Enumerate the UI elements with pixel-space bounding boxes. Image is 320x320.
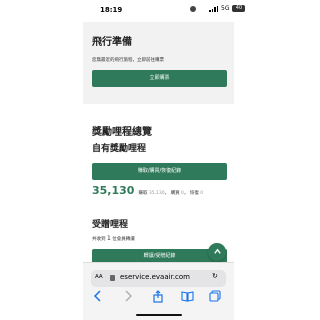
browser-nav-row — [83, 290, 234, 306]
miles-detail: 賺取 35,130， 購買 0， 恢復 0 — [138, 191, 204, 196]
flight-prep-title: 飛行準備 — [92, 37, 132, 48]
flight-prep-description: 您無最近的飛行旅程，立即前往購票 — [92, 58, 164, 63]
buy-value: 0 — [181, 191, 184, 196]
gift-desc-prefix: 共收到 — [92, 237, 106, 242]
signal-icon — [209, 5, 218, 12]
network-label: 5G — [221, 5, 230, 12]
restore-label: 恢復 — [189, 191, 199, 196]
book-now-button[interactable]: 立即購票 — [92, 70, 227, 87]
restore-value: 0 — [200, 191, 204, 196]
total-miles: 35,130 — [92, 184, 135, 197]
share-icon[interactable] — [152, 290, 164, 303]
gift-desc-suffix: 位會員轉讓 — [112, 237, 135, 242]
buy-label: 購買 — [170, 191, 180, 196]
scroll-top-button[interactable] — [208, 243, 226, 261]
reload-icon[interactable]: ↻ — [212, 272, 218, 280]
gifted-miles-description: 共收到 1 位會員轉讓 — [92, 235, 135, 242]
book-icon[interactable] — [181, 290, 194, 302]
earn-value: 35,130 — [148, 191, 165, 196]
own-miles-title: 自有獎勵哩程 — [92, 144, 147, 154]
status-time: 18:19 — [100, 6, 123, 14]
battery-icon: 40 — [232, 5, 246, 12]
chevron-up-icon — [213, 248, 221, 254]
reader-aa-button[interactable]: AA — [95, 274, 103, 280]
chevron-right-icon[interactable] — [123, 290, 133, 302]
gift-desc-count: 1 — [106, 235, 111, 242]
home-indicator — [136, 314, 182, 316]
rewards-overview-title: 獎勵哩程總覽 — [92, 127, 152, 138]
gifted-miles-title: 受贈哩程 — [92, 220, 129, 230]
miles-summary: 35,130 賺取 35,130， 購買 0， 恢復 0 — [92, 184, 203, 197]
url-text[interactable]: eservice.evaair.com — [120, 273, 190, 281]
earn-buy-restore-button[interactable]: 賺取/購買/恢復紀錄 — [92, 163, 227, 180]
status-bar: 18:19 5G 40 — [0, 0, 320, 22]
lock-icon — [110, 275, 115, 281]
chevron-left-icon[interactable] — [93, 290, 103, 302]
focus-moon-icon — [190, 5, 196, 12]
earn-label: 賺取 — [138, 191, 148, 196]
status-indicators: 5G 40 — [190, 5, 246, 12]
tabs-icon[interactable] — [209, 290, 221, 302]
